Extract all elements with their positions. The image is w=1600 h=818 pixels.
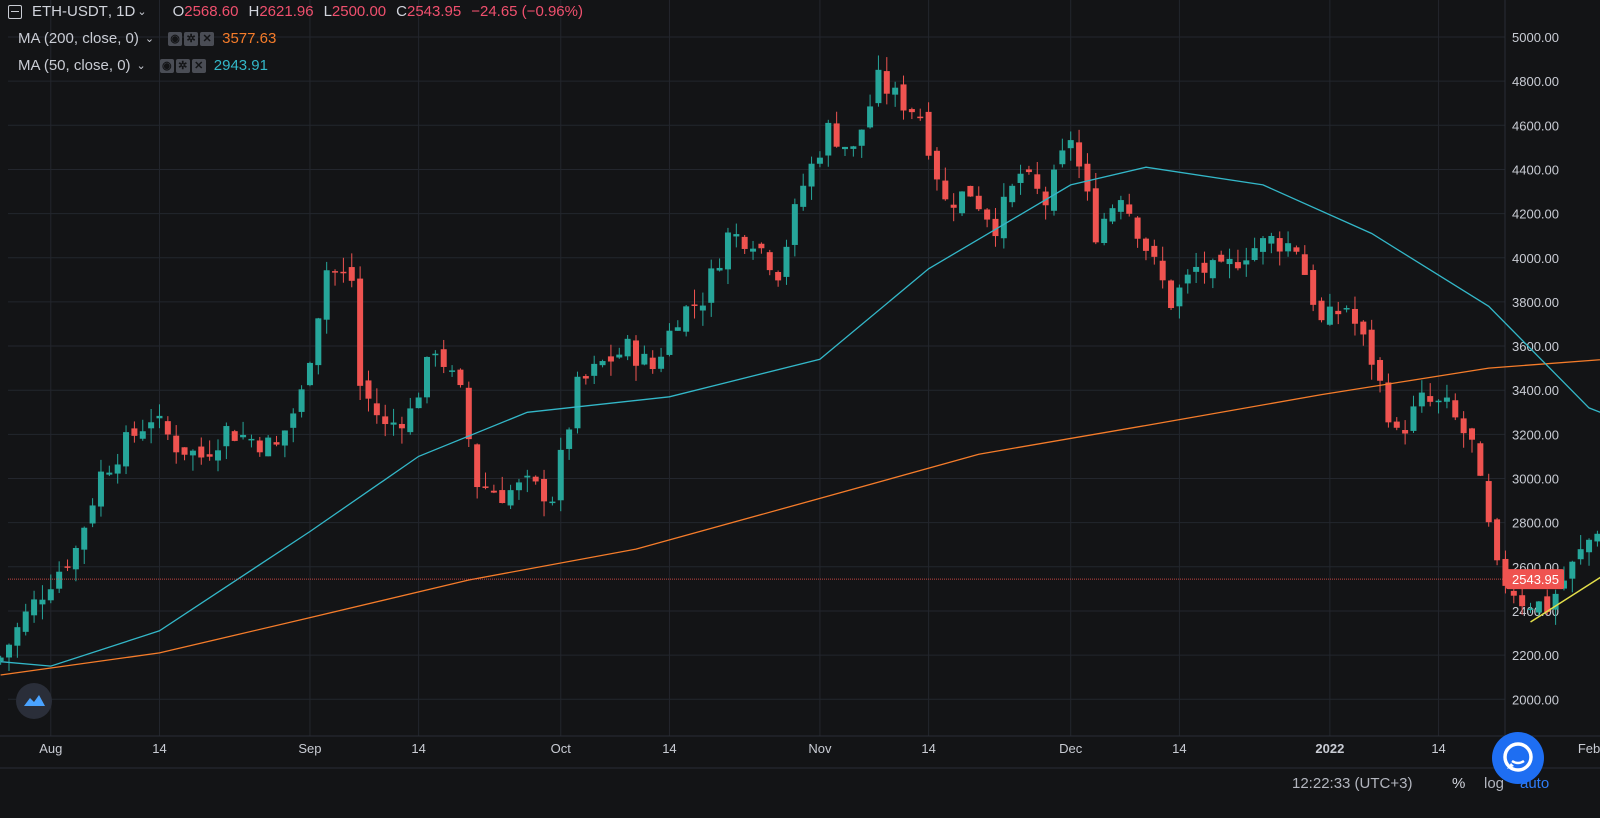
price-tick-label: 5000.00 bbox=[1512, 30, 1559, 45]
candle bbox=[457, 368, 464, 388]
change-value: −24.65 (−0.96%) bbox=[471, 3, 583, 20]
chevron-down-icon[interactable]: ⌄ bbox=[137, 59, 146, 72]
time-tick-label: Oct bbox=[551, 741, 572, 756]
time-tick-label: 14 bbox=[152, 741, 166, 756]
chevron-down-icon[interactable]: ⌄ bbox=[145, 32, 154, 45]
ma200-label[interactable]: MA (200, close, 0) bbox=[18, 30, 139, 47]
candle bbox=[1494, 517, 1501, 566]
candle bbox=[357, 266, 364, 400]
ma50-value: 2943.91 bbox=[213, 57, 268, 74]
close-label: C bbox=[396, 3, 407, 20]
price-tick-label: 2800.00 bbox=[1512, 516, 1559, 531]
candle bbox=[1318, 297, 1325, 323]
price-chart[interactable]: 2000.002200.002400.002600.002800.003000.… bbox=[0, 0, 1600, 818]
candle bbox=[574, 371, 581, 434]
price-tick-label: 3600.00 bbox=[1512, 339, 1559, 354]
low-value: 2500.00 bbox=[331, 3, 387, 20]
high-label: H bbox=[248, 3, 260, 20]
time-tick-label: Dec bbox=[1059, 741, 1083, 756]
time-tick-label: 14 bbox=[1431, 741, 1445, 756]
collapse-icon[interactable] bbox=[8, 4, 22, 19]
candle bbox=[1168, 279, 1175, 310]
ma200-value: 3577.63 bbox=[222, 30, 277, 47]
price-tick-label: 4600.00 bbox=[1512, 118, 1559, 133]
price-tick-label: 4000.00 bbox=[1512, 251, 1559, 266]
settings-icon[interactable]: ✲ bbox=[184, 31, 199, 46]
price-tick-label: 4800.00 bbox=[1512, 74, 1559, 89]
candle bbox=[967, 185, 974, 197]
open-value: 2568.60 bbox=[184, 3, 239, 20]
clock[interactable]: 12:22:33 (UTC+3) bbox=[1292, 775, 1412, 792]
ma50-legend[interactable]: MA (50, close, 0) ⌄ ◉ ✲ ✕ 2943.91 bbox=[18, 57, 268, 74]
candle bbox=[424, 356, 430, 404]
time-tick-label: 14 bbox=[921, 741, 935, 756]
price-tick-label: 3800.00 bbox=[1512, 295, 1559, 310]
time-tick-label: Aug bbox=[39, 741, 62, 756]
visibility-icon[interactable]: ◉ bbox=[168, 31, 183, 46]
price-tick-label: 2400.00 bbox=[1512, 604, 1559, 619]
logo-icon[interactable] bbox=[16, 683, 52, 719]
candle bbox=[265, 435, 272, 457]
time-tick-label: Nov bbox=[808, 741, 832, 756]
candle bbox=[1477, 441, 1484, 477]
ma50-label[interactable]: MA (50, close, 0) bbox=[18, 57, 131, 74]
price-tick-label: 3400.00 bbox=[1512, 383, 1559, 398]
visibility-icon[interactable]: ◉ bbox=[159, 58, 174, 73]
interval[interactable]: 1D bbox=[116, 3, 135, 20]
percent-toggle[interactable]: % bbox=[1452, 775, 1465, 792]
candle bbox=[231, 429, 238, 442]
symbol-name[interactable]: ETH-USDT bbox=[32, 3, 108, 20]
open-label: O bbox=[172, 3, 185, 20]
price-tick-label: 2200.00 bbox=[1512, 648, 1559, 663]
price-tick-label: 3200.00 bbox=[1512, 427, 1559, 442]
candle bbox=[1051, 164, 1057, 216]
time-tick-label: 14 bbox=[411, 741, 425, 756]
candle bbox=[1310, 264, 1317, 312]
high-value: 2621.96 bbox=[259, 3, 314, 20]
price-tick-label: 4400.00 bbox=[1512, 162, 1559, 177]
chat-button[interactable] bbox=[1492, 732, 1544, 784]
candle bbox=[1485, 473, 1492, 527]
price-tick-label: 3000.00 bbox=[1512, 472, 1559, 487]
ma200-legend[interactable]: MA (200, close, 0) ⌄ ◉ ✲ ✕ 3577.63 bbox=[18, 30, 276, 47]
price-tick-label: 4200.00 bbox=[1512, 207, 1559, 222]
close-icon[interactable]: ✕ bbox=[191, 58, 206, 73]
price-tick-label: 2000.00 bbox=[1512, 692, 1559, 707]
settings-icon[interactable]: ✲ bbox=[175, 58, 190, 73]
time-tick-label: Sep bbox=[298, 741, 321, 756]
grid bbox=[0, 0, 1600, 818]
time-tick-label: Feb bbox=[1578, 741, 1600, 756]
low-label: L bbox=[323, 3, 332, 20]
time-tick-label: 14 bbox=[1172, 741, 1186, 756]
close-icon[interactable]: ✕ bbox=[200, 31, 215, 46]
time-tick-label: 14 bbox=[662, 741, 676, 756]
chevron-down-icon[interactable]: ⌄ bbox=[137, 5, 146, 18]
candle bbox=[959, 191, 966, 217]
symbol-legend[interactable]: ETH-USDT, 1D ⌄ O 2568.60 H 2621.96 L 2500.0… bbox=[8, 3, 583, 20]
close-value: 2543.95 bbox=[406, 3, 462, 20]
time-tick-label: 2022 bbox=[1315, 741, 1344, 756]
candle bbox=[306, 361, 313, 387]
last-price-label: 2543.95 bbox=[1512, 572, 1559, 587]
